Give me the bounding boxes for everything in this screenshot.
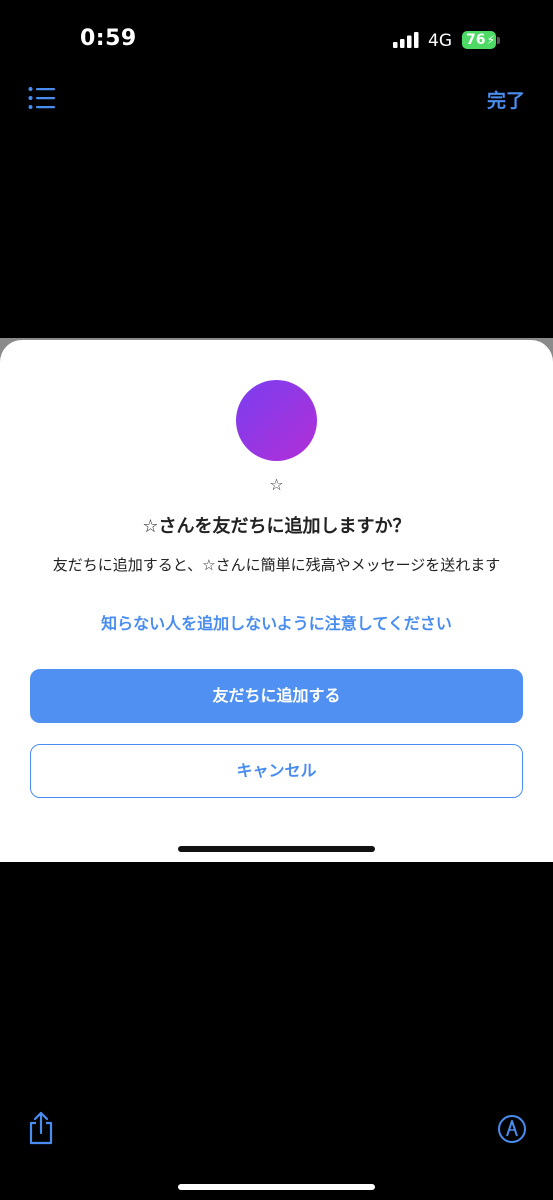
home-indicator	[178, 1184, 375, 1190]
battery-tip	[497, 37, 500, 44]
share-icon[interactable]	[28, 1111, 54, 1145]
cancel-button[interactable]: キャンセル	[30, 744, 523, 798]
warning-link[interactable]: 知らない人を追加しないように注意してください	[0, 610, 553, 634]
add-friend-sheet: ☆ ☆さんを友だちに追加しますか？ 友だちに追加すると、☆さんに簡単に残高やメッ…	[0, 340, 553, 862]
dialog-description: 友だちに追加すると、☆さんに簡単に残高やメッセージを送れます	[52, 556, 501, 574]
charging-icon: ⚡	[486, 33, 495, 47]
friend-name: ☆	[269, 475, 284, 494]
done-button[interactable]: 完了	[487, 86, 525, 113]
network-type: 4G	[428, 31, 452, 51]
sheet-home-indicator	[178, 846, 375, 852]
status-time: 0:59	[80, 26, 137, 51]
avatar	[236, 380, 317, 461]
list-icon[interactable]	[28, 86, 56, 110]
dialog-title: ☆さんを友だちに追加しますか？	[142, 516, 411, 537]
add-friend-button[interactable]: 友だちに追加する	[30, 669, 523, 723]
signal-icon	[393, 32, 419, 48]
markup-icon[interactable]	[497, 1114, 527, 1144]
battery-icon: 76 ⚡	[462, 31, 496, 49]
